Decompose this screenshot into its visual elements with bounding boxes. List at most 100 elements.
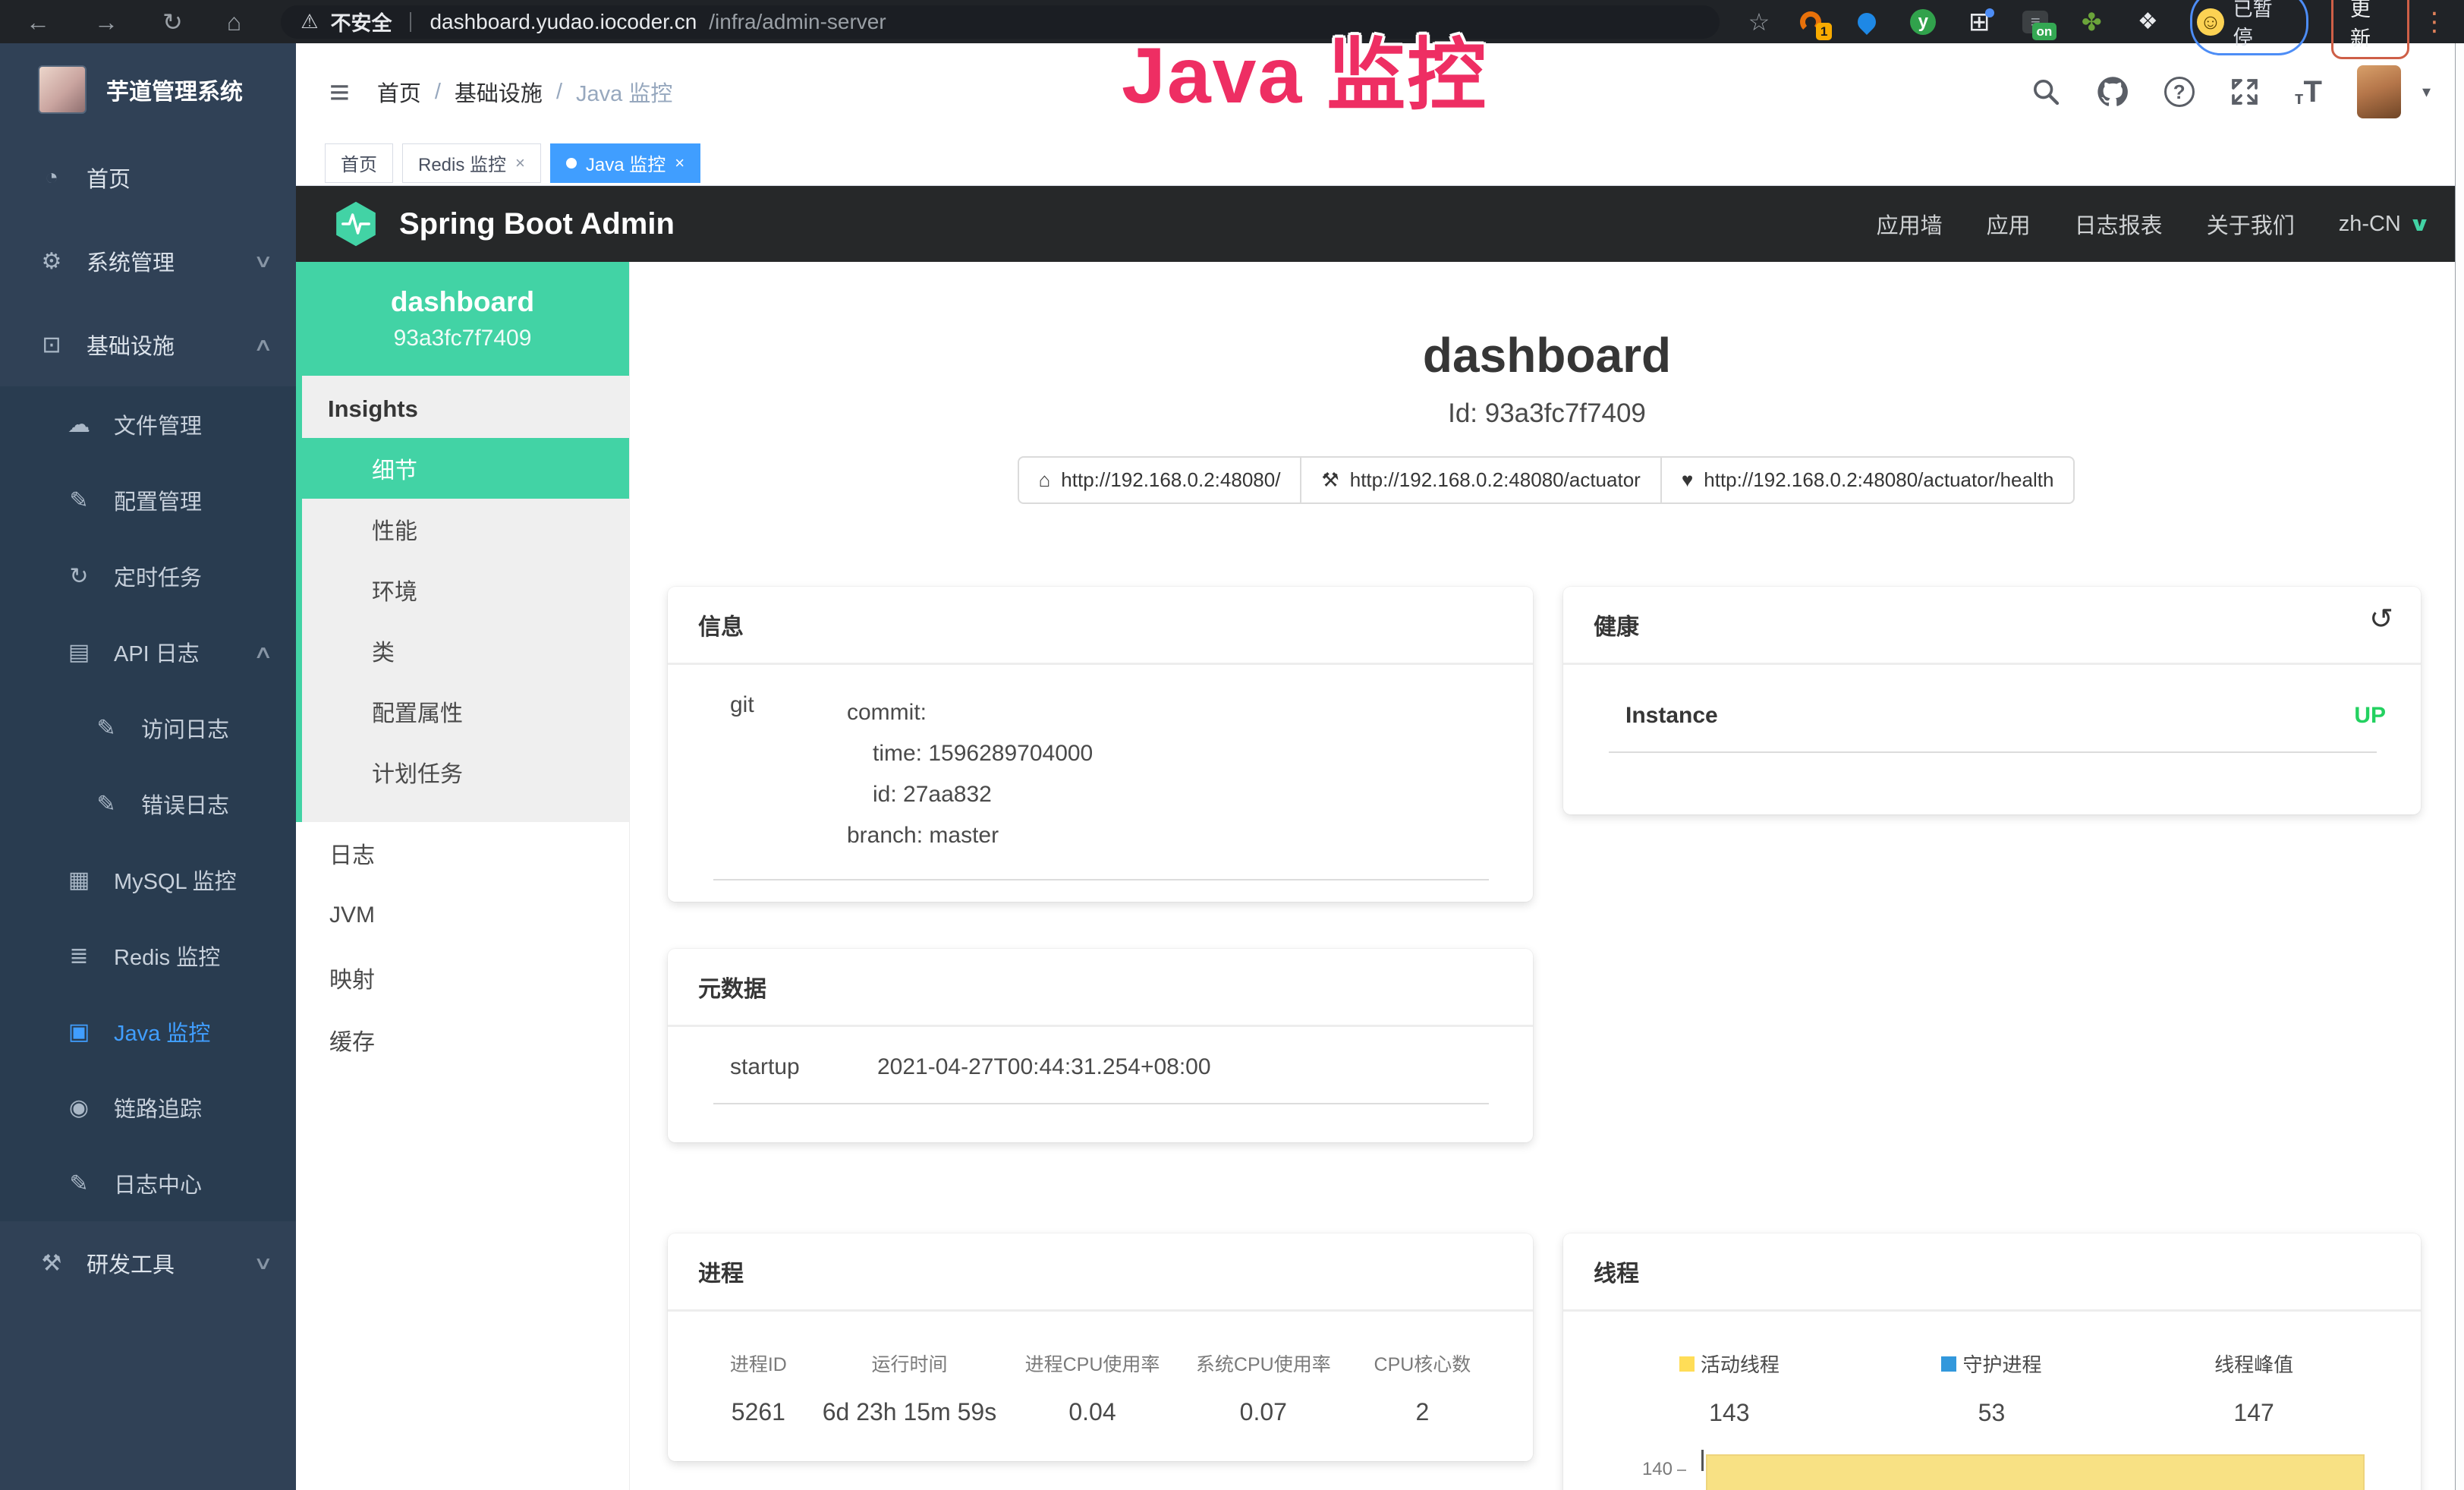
sidebar-item-scheduled-tasks[interactable]: ↻ 定时任务 [0, 538, 296, 614]
tab-java-monitor[interactable]: Java 监控 × [550, 143, 700, 183]
puzzle-extensions-icon[interactable]: ❖ [2132, 7, 2163, 37]
sba-item-environment[interactable]: 环境 [302, 559, 629, 620]
close-icon[interactable]: × [515, 153, 525, 173]
page-scrollbar[interactable] [2455, 43, 2464, 1490]
tab-label: 首页 [341, 150, 377, 176]
sidebar-item-config-management[interactable]: ✎ 配置管理 [0, 462, 296, 538]
reload-icon[interactable]: ↻ [162, 10, 183, 34]
sba-nav-journal[interactable]: 日志报表 [2075, 208, 2163, 240]
sidebar-item-redis-monitor[interactable]: ≣ Redis 监控 [0, 918, 296, 994]
process-col-uptime: 运行时间 6d 23h 15m 59s [814, 1350, 1005, 1426]
instance-name: dashboard [391, 286, 534, 318]
home-icon[interactable]: ⌂ [227, 10, 241, 34]
sba-nav-applications[interactable]: 应用 [1987, 208, 2031, 240]
bookmark-star-icon[interactable]: ☆ [1748, 8, 1770, 36]
browser-update-button[interactable]: 更新 [2331, 0, 2409, 59]
tab-label: Java 监控 [586, 150, 666, 176]
y-extension-icon[interactable]: y [1908, 7, 1938, 37]
address-bar[interactable]: ⚠ 不安全 dashboard.yudao.iocoder.cn/infra/a… [281, 5, 1719, 39]
sba-instance-header[interactable]: dashboard 93a3fc7f7409 [296, 262, 629, 376]
sidebar-item-access-logs[interactable]: ✎ 访问日志 [0, 690, 296, 766]
back-icon[interactable]: ← [26, 10, 50, 34]
grid-extension-icon[interactable]: ⊞ [1964, 7, 1994, 37]
tab-home[interactable]: 首页 [325, 143, 393, 183]
browser-menu-kebab-icon[interactable]: ⋮ [2422, 7, 2447, 37]
infrastructure-submenu: ☁ 文件管理 ✎ 配置管理 ↻ 定时任务 ▤ API 日志 ∧ ✎ 访问日志 ✎ [0, 386, 296, 1221]
actuator-url-link[interactable]: ⚒ http://192.168.0.2:48080/actuator [1300, 456, 1661, 504]
sidebar-item-home[interactable]: ◔ 首页 [0, 136, 296, 219]
sba-item-caches[interactable]: 缓存 [296, 1009, 629, 1071]
sidebar-item-system-management[interactable]: ⚙ 系统管理 ∨ [0, 219, 296, 303]
github-icon[interactable] [2096, 75, 2129, 109]
sba-item-config-props[interactable]: 配置属性 [302, 681, 629, 742]
health-url-link[interactable]: ♥ http://192.168.0.2:48080/actuator/heal… [1660, 456, 2075, 504]
sidebar-item-log-center[interactable]: ✎ 日志中心 [0, 1145, 296, 1221]
sba-body: dashboard 93a3fc7f7409 Insights 细节 性能 环境… [296, 262, 2464, 1490]
threads-area-chart: 140 120 100 [1598, 1450, 2386, 1490]
breadcrumb-home[interactable]: 首页 [377, 76, 421, 108]
sba-brand-title[interactable]: Spring Boot Admin [399, 207, 675, 241]
app-logo-avatar [38, 65, 87, 114]
sba-item-jvm[interactable]: JVM [296, 884, 629, 947]
sba-item-metrics[interactable]: 性能 [302, 499, 629, 559]
sidebar-item-label: Redis 监控 [114, 940, 220, 972]
pin-icon [1854, 9, 1880, 35]
sba-nav-about[interactable]: 关于我们 [2207, 208, 2295, 240]
sidebar-item-api-logs[interactable]: ▤ API 日志 ∧ [0, 614, 296, 690]
service-url-link[interactable]: ⌂ http://192.168.0.2:48080/ [1018, 456, 1302, 504]
sba-item-details[interactable]: 细节 [296, 438, 629, 499]
sba-nav-applications-wall[interactable]: 应用墙 [1877, 208, 1943, 240]
history-icon[interactable]: ↺ [2369, 602, 2393, 636]
extension-count-badge: 1 [1816, 23, 1832, 40]
sidebar-item-dev-tools[interactable]: ⚒ 研发工具 ∨ [0, 1221, 296, 1305]
sidebar-item-infrastructure[interactable]: ⊡ 基础设施 ∧ [0, 303, 296, 386]
security-label[interactable]: 不安全 [330, 7, 392, 36]
tab-redis-monitor[interactable]: Redis 监控 × [402, 143, 541, 183]
map-pin-extension-icon[interactable] [1852, 7, 1882, 37]
sba-item-logs[interactable]: 日志 [296, 822, 629, 884]
leaf-extension-icon[interactable]: ✤ [2076, 7, 2107, 37]
divider [1609, 751, 2377, 753]
close-icon[interactable]: × [675, 153, 684, 173]
font-size-icon[interactable]: тT [2295, 75, 2322, 109]
breadcrumb-infrastructure[interactable]: 基础设施 [455, 76, 543, 108]
process-col-cpus: CPU核心数 2 [1347, 1350, 1498, 1426]
col-value: 5261 [703, 1398, 814, 1426]
hamburger-icon[interactable]: ≡ [329, 71, 350, 112]
sba-nav-links: 应用墙 应用 日志报表 关于我们 zh-CN ∨ [1877, 208, 2428, 240]
search-icon[interactable] [2031, 77, 2061, 107]
fullscreen-icon[interactable] [2230, 77, 2260, 107]
app-logo-row[interactable]: 芋道管理系统 [0, 43, 296, 136]
annotation-java-monitor: Java 监控 [1122, 11, 1487, 125]
instance-id: 93a3fc7f7409 [394, 326, 532, 351]
git-commit-info: commit: time: 1596289704000 id: 27aa832 … [847, 692, 1093, 856]
forward-icon[interactable]: → [94, 10, 118, 34]
help-icon[interactable]: ? [2164, 77, 2195, 107]
edit-icon: ✎ [88, 791, 124, 817]
breadcrumb-separator: / [556, 80, 562, 105]
sba-logo-icon[interactable] [332, 200, 379, 247]
sidebar-item-file-management[interactable]: ☁ 文件管理 [0, 386, 296, 462]
dark-extension-icon[interactable]: ≡ on [2020, 7, 2050, 37]
sidebar-item-java-monitor[interactable]: ▣ Java 监控 [0, 994, 296, 1069]
not-secure-warning-icon[interactable]: ⚠ [301, 10, 318, 33]
service-url: http://192.168.0.2:48080/ [1061, 468, 1280, 492]
sba-item-scheduled-tasks[interactable]: 计划任务 [302, 742, 629, 802]
sidebar-item-mysql-monitor[interactable]: ▦ MySQL 监控 [0, 842, 296, 918]
sidebar-item-label: 系统管理 [87, 245, 175, 277]
address-divider [410, 12, 411, 32]
user-avatar[interactable] [2357, 65, 2401, 118]
browser-profile-chip[interactable]: ☺ 已暂停 [2190, 0, 2308, 55]
breadcrumb-current: Java 监控 [576, 76, 672, 108]
orange-extension-icon[interactable]: 1 [1795, 7, 1826, 37]
sba-item-mappings[interactable]: 映射 [296, 947, 629, 1009]
col-value: 0.04 [1005, 1398, 1180, 1426]
sba-locale-select[interactable]: zh-CN ∨ [2339, 212, 2428, 237]
sidebar-item-error-logs[interactable]: ✎ 错误日志 [0, 766, 296, 842]
gear-icon: ⚙ [33, 248, 70, 275]
home-icon: ⌂ [1039, 468, 1051, 492]
sba-content: dashboard Id: 93a3fc7f7409 ⌂ http://192.… [630, 262, 2464, 1490]
sba-item-classes[interactable]: 类 [302, 620, 629, 681]
avatar-caret-down-icon[interactable]: ▾ [2422, 82, 2431, 102]
sidebar-item-trace[interactable]: ◉ 链路追踪 [0, 1069, 296, 1145]
